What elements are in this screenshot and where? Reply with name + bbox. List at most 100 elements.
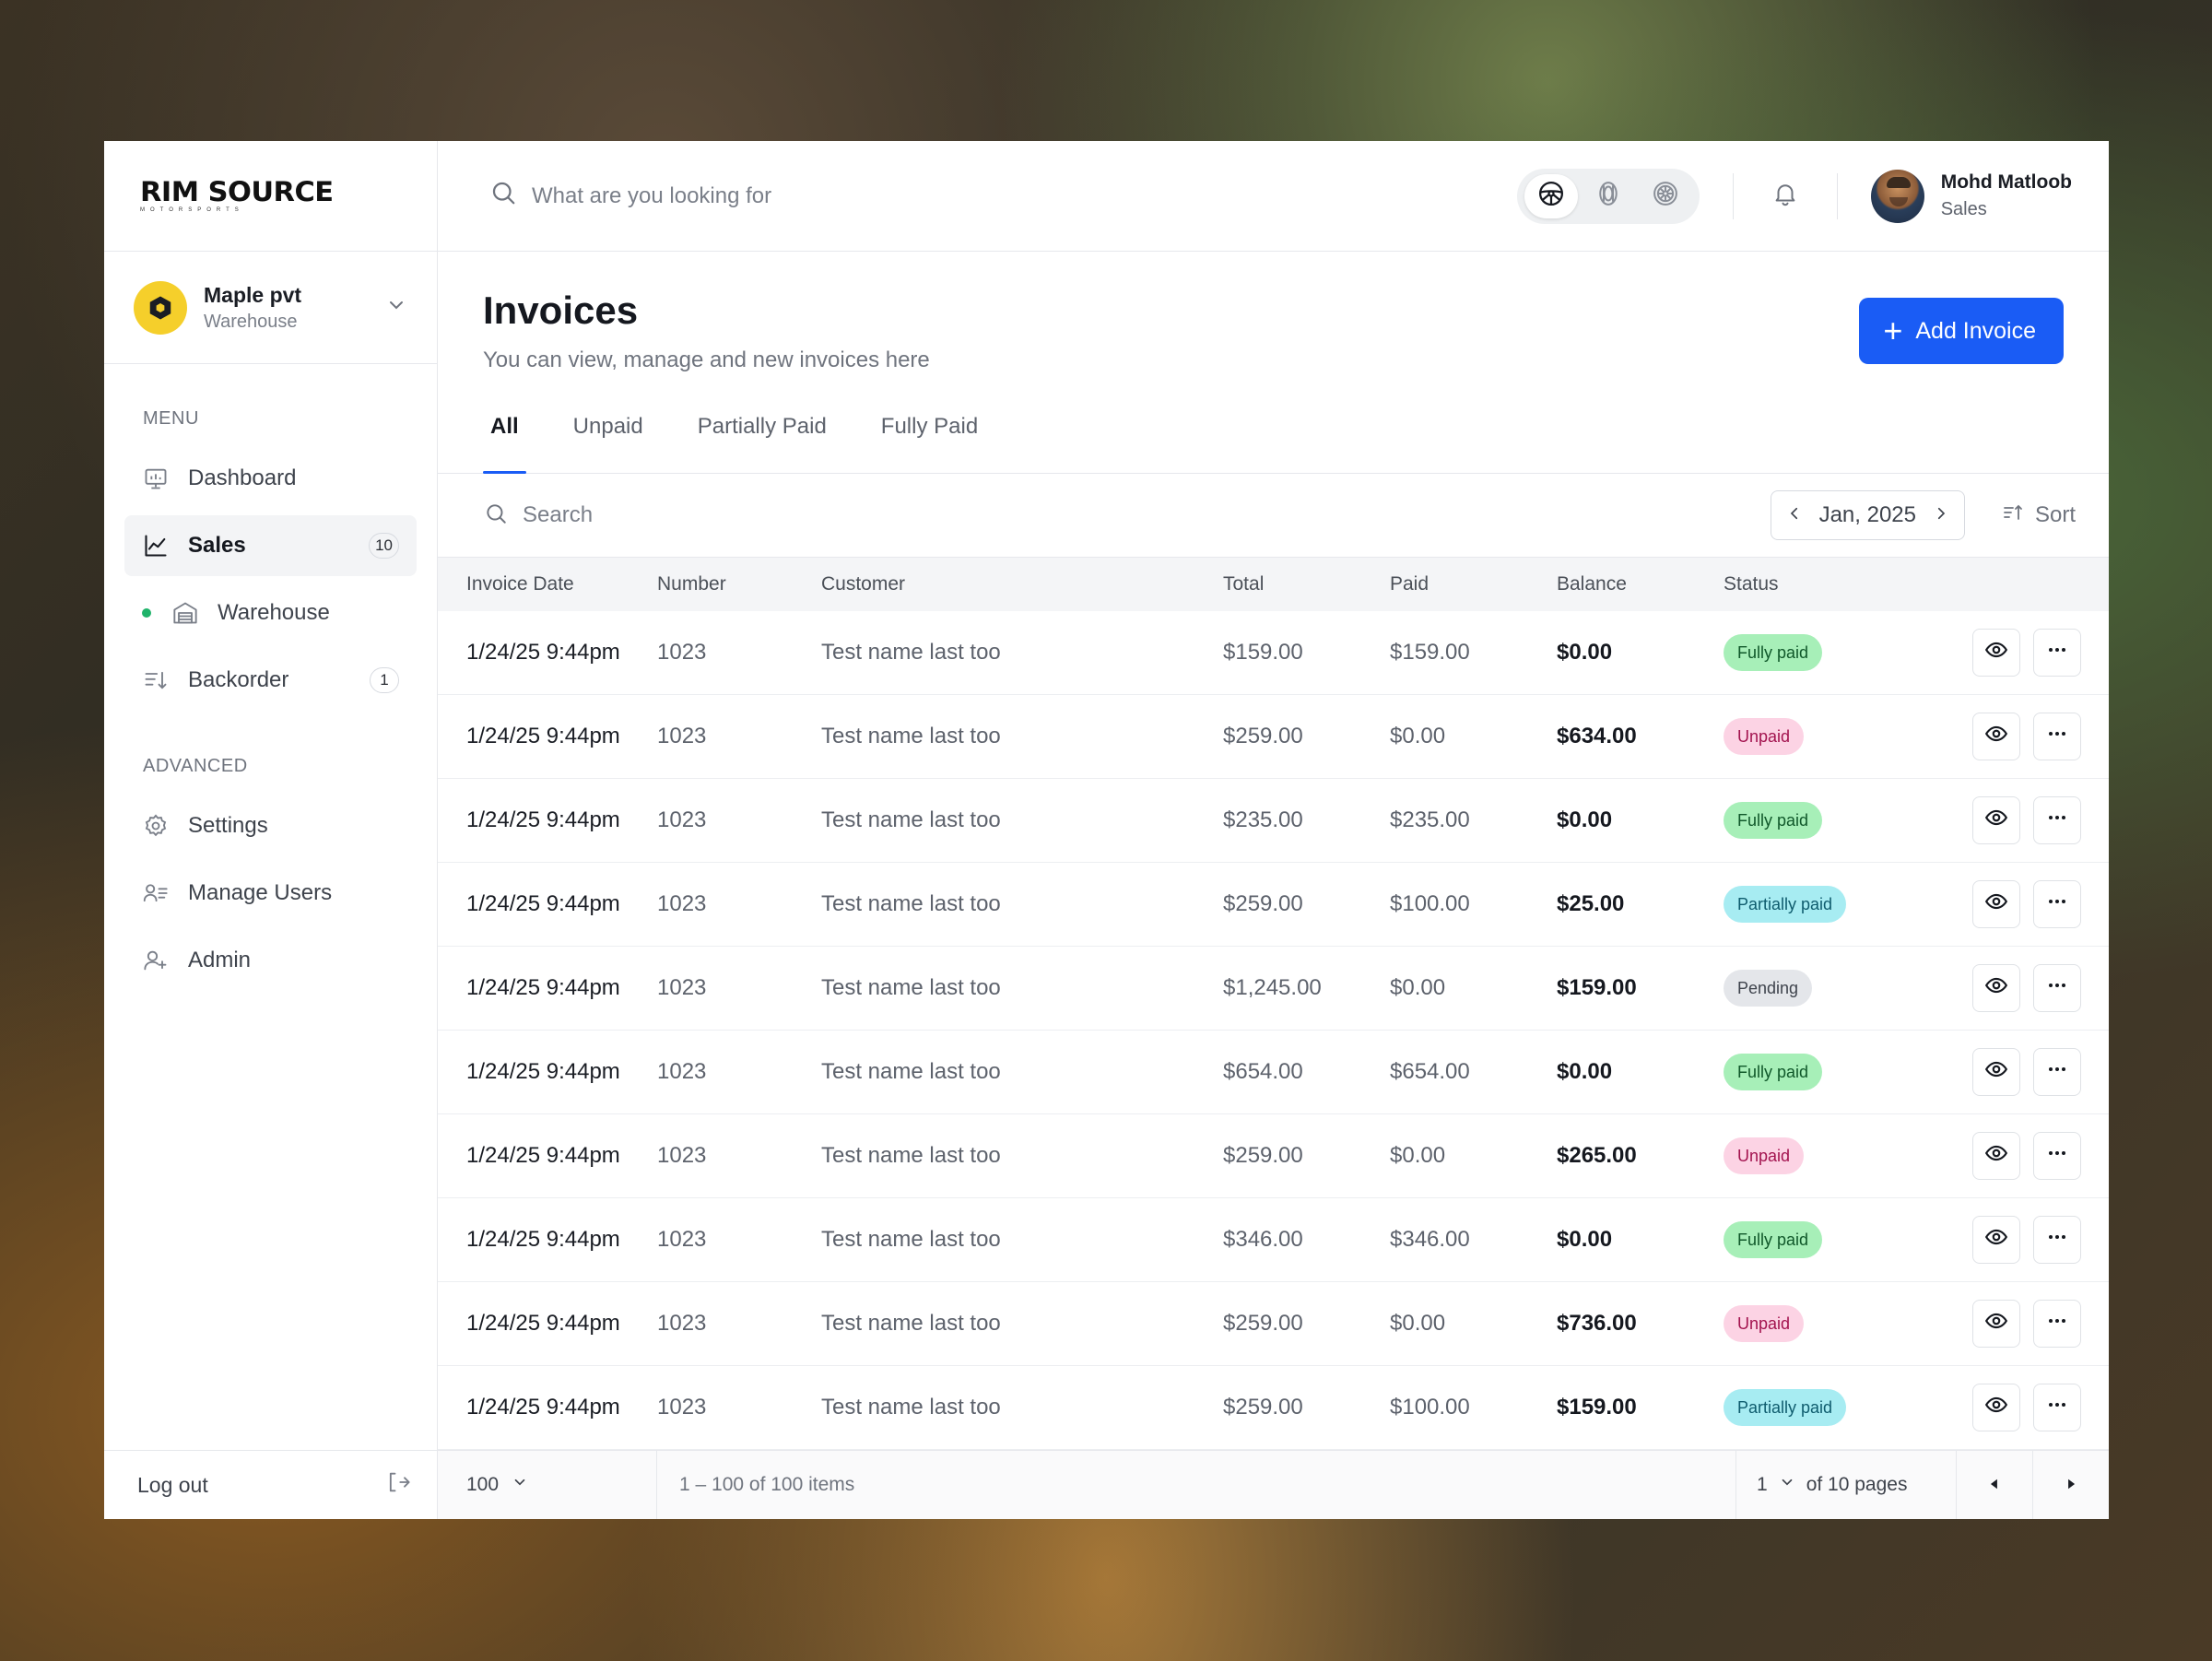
- brand-logo[interactable]: RIM SOURCE MOTORSPORTS: [140, 179, 334, 214]
- tab-fully-paid[interactable]: Fully Paid: [874, 414, 985, 473]
- period-picker: Jan, 2025: [1770, 490, 1965, 540]
- more-options-button[interactable]: [2033, 880, 2081, 928]
- ellipsis-icon: [2046, 723, 2068, 751]
- tab-all[interactable]: All: [483, 414, 526, 474]
- sidebar-item-admin[interactable]: Admin: [124, 930, 417, 991]
- view-button[interactable]: [1972, 1384, 2020, 1431]
- more-options-button[interactable]: [2033, 964, 2081, 1012]
- table-row[interactable]: 1/24/25 9:44pm 1023 Test name last too $654…: [438, 1030, 2109, 1114]
- global-search: [489, 179, 1517, 213]
- chevron-right-icon[interactable]: [1933, 502, 1949, 528]
- table-body: 1/24/25 9:44pm 1023 Test name last too $159…: [438, 611, 2109, 1450]
- sidebar-item-settings[interactable]: Settings: [124, 795, 417, 856]
- sidebar-item-backorder[interactable]: Backorder 1: [124, 650, 417, 711]
- more-options-button[interactable]: [2033, 796, 2081, 844]
- sort-button[interactable]: Sort: [2002, 501, 2076, 530]
- column-header-invoice-date[interactable]: Invoice Date: [438, 558, 657, 611]
- cell-number: 1023: [657, 946, 821, 1031]
- per-page-select[interactable]: 100: [438, 1451, 657, 1519]
- column-header-customer[interactable]: Customer: [821, 558, 1223, 611]
- view-button[interactable]: [1972, 629, 2020, 677]
- column-header-number[interactable]: Number: [657, 558, 821, 611]
- table-row[interactable]: 1/24/25 9:44pm 1023 Test name last too $259…: [438, 1281, 2109, 1366]
- view-button[interactable]: [1972, 713, 2020, 760]
- cell-total: $259.00: [1223, 1113, 1390, 1198]
- search-icon: [489, 179, 517, 213]
- page-select[interactable]: 1 of 10 pages: [1735, 1451, 1956, 1519]
- view-button[interactable]: [1972, 1048, 2020, 1096]
- cell-number: 1023: [657, 1365, 821, 1450]
- sidebar-item-warehouse[interactable]: Warehouse: [124, 583, 417, 643]
- cell-status: Unpaid: [1724, 1281, 1908, 1366]
- global-search-input[interactable]: [530, 182, 994, 210]
- more-options-button[interactable]: [2033, 1216, 2081, 1264]
- logout-button[interactable]: Log out: [104, 1450, 437, 1519]
- column-header-status[interactable]: Status: [1724, 558, 1908, 611]
- cell-balance: $0.00: [1557, 778, 1724, 863]
- table-row[interactable]: 1/24/25 9:44pm 1023 Test name last too $235…: [438, 778, 2109, 863]
- table-row[interactable]: 1/24/25 9:44pm 1023 Test name last too $346…: [438, 1197, 2109, 1282]
- cell-paid: $100.00: [1390, 1365, 1557, 1450]
- chevron-left-icon[interactable]: [1786, 502, 1803, 528]
- sidebar-item-manage-users[interactable]: Manage Users: [124, 863, 417, 924]
- logo-area: RIM SOURCE MOTORSPORTS: [104, 141, 437, 252]
- column-header-total[interactable]: Total: [1223, 558, 1390, 611]
- table-row[interactable]: 1/24/25 9:44pm 1023 Test name last too $259…: [438, 694, 2109, 779]
- more-options-button[interactable]: [2033, 713, 2081, 760]
- column-header-paid[interactable]: Paid: [1390, 558, 1557, 611]
- table-search: [484, 501, 1771, 530]
- view-button[interactable]: [1972, 964, 2020, 1012]
- cell-invoice-date: 1/24/25 9:44pm: [438, 694, 657, 779]
- column-header-balance[interactable]: Balance: [1557, 558, 1724, 611]
- cell-balance: $634.00: [1557, 694, 1724, 779]
- sidebar-item-sales[interactable]: Sales 10: [124, 515, 417, 576]
- advanced-section-label: ADVANCED: [143, 756, 248, 776]
- tab-partially-paid[interactable]: Partially Paid: [690, 414, 834, 473]
- view-button[interactable]: [1972, 1300, 2020, 1348]
- presentation-chart-icon: [142, 465, 170, 492]
- cell-customer: Test name last too: [821, 1365, 1223, 1450]
- invoice-tabs: All Unpaid Partially Paid Fully Paid: [438, 414, 2109, 474]
- chevron-down-icon[interactable]: [385, 294, 407, 321]
- cell-balance: $0.00: [1557, 1030, 1724, 1114]
- tab-unpaid[interactable]: Unpaid: [566, 414, 651, 473]
- user-menu[interactable]: Mohd Matloob Sales: [1870, 169, 2072, 223]
- view-button[interactable]: [1972, 796, 2020, 844]
- status-badge: Partially paid: [1724, 1389, 1847, 1426]
- prev-page-button[interactable]: [1956, 1451, 2032, 1519]
- cell-actions: [1908, 1365, 2109, 1450]
- sidebar-item-dashboard[interactable]: Dashboard: [124, 448, 417, 509]
- cell-number: 1023: [657, 1113, 821, 1198]
- logout-label: Log out: [137, 1472, 208, 1497]
- more-options-button[interactable]: [2033, 1048, 2081, 1096]
- table-search-input[interactable]: [521, 501, 893, 529]
- more-options-button[interactable]: [2033, 1132, 2081, 1180]
- sales-count-badge: 10: [369, 533, 399, 559]
- ellipsis-icon: [2046, 890, 2068, 919]
- eye-icon: [1984, 722, 2008, 752]
- more-options-button[interactable]: [2033, 1300, 2081, 1348]
- more-options-button[interactable]: [2033, 1384, 2081, 1431]
- cell-customer: Test name last too: [821, 946, 1223, 1031]
- add-invoice-button[interactable]: + Add Invoice: [1859, 298, 2064, 364]
- view-button[interactable]: [1972, 1216, 2020, 1264]
- table-row[interactable]: 1/24/25 9:44pm 1023 Test name last too $259…: [438, 1365, 2109, 1450]
- mode-tire-button[interactable]: [1582, 174, 1635, 218]
- eye-icon: [1984, 1057, 2008, 1088]
- table-row[interactable]: 1/24/25 9:44pm 1023 Test name last too $159…: [438, 611, 2109, 695]
- notifications-button[interactable]: [1767, 178, 1804, 215]
- period-label[interactable]: Jan, 2025: [1819, 502, 1916, 528]
- org-switcher[interactable]: Maple pvt Warehouse: [104, 252, 437, 364]
- more-options-button[interactable]: [2033, 629, 2081, 677]
- view-button[interactable]: [1972, 880, 2020, 928]
- mode-steering-button[interactable]: [1524, 173, 1578, 218]
- avatar: [1870, 169, 1924, 223]
- table-row[interactable]: 1/24/25 9:44pm 1023 Test name last too $1,2…: [438, 946, 2109, 1031]
- table-row[interactable]: 1/24/25 9:44pm 1023 Test name last too $259…: [438, 1113, 2109, 1198]
- table-row[interactable]: 1/24/25 9:44pm 1023 Test name last too $259…: [438, 862, 2109, 947]
- cell-actions: [1908, 862, 2109, 947]
- cell-total: $1,245.00: [1223, 946, 1390, 1031]
- view-button[interactable]: [1972, 1132, 2020, 1180]
- mode-rim-button[interactable]: [1639, 174, 1692, 218]
- next-page-button[interactable]: [2032, 1451, 2109, 1519]
